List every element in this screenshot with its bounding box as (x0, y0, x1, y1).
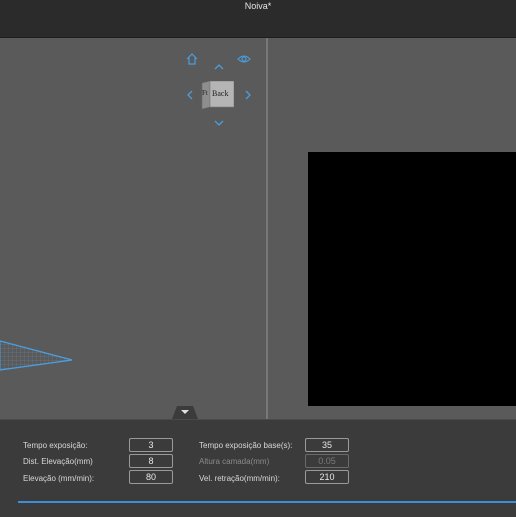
exposure-time-label: Tempo exposição: (23, 441, 88, 450)
layer-height-input: 0.05 (305, 454, 349, 468)
lift-speed-label: Elevação (mm/min): (23, 474, 95, 483)
retract-speed-label: Vel. retração(mm/min): (199, 474, 280, 483)
title-bar: Noiva* (0, 0, 516, 38)
slice-preview (308, 152, 516, 406)
lift-speed-input[interactable]: 80 (129, 470, 173, 484)
home-icon[interactable] (185, 52, 199, 66)
build-plate (0, 300, 266, 419)
lift-distance-label: Dist. Elevação(mm) (23, 457, 93, 466)
retract-speed-input[interactable]: 210 (305, 470, 349, 484)
cube-side-label: Ft (202, 89, 208, 97)
arrow-right-icon[interactable] (241, 88, 255, 102)
3d-viewport[interactable]: Ft Back (0, 38, 266, 419)
eye-icon[interactable] (237, 52, 251, 66)
progress-bar (18, 501, 516, 503)
arrow-up-icon[interactable] (212, 60, 226, 74)
layer-height-label: Altura camada(mm) (199, 457, 270, 466)
window-title: Noiva* (244, 1, 272, 11)
arrow-down-icon[interactable] (212, 116, 226, 130)
base-exposure-time-input[interactable]: 35 (305, 438, 349, 452)
lift-distance-input[interactable]: 8 (129, 454, 173, 468)
view-cube[interactable]: Ft Back (200, 81, 234, 109)
collapse-panel-button[interactable] (172, 405, 198, 419)
exposure-time-input[interactable]: 3 (129, 438, 173, 452)
base-exposure-time-label: Tempo exposição base(s): (199, 441, 293, 450)
slice-viewport[interactable] (268, 38, 516, 419)
cube-front-label: Back (212, 89, 229, 98)
arrow-left-icon[interactable] (183, 88, 197, 102)
